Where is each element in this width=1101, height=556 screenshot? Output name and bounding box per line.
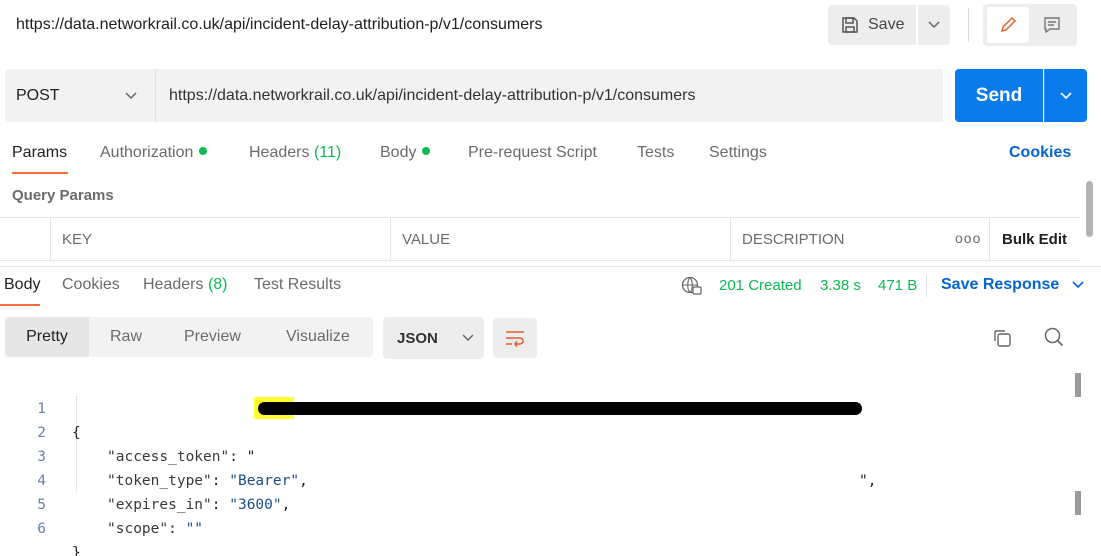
tab-settings[interactable]: Settings <box>709 144 767 162</box>
bulk-edit-button[interactable]: Bulk Edit <box>989 218 1080 260</box>
chevron-down-icon <box>1060 91 1072 99</box>
save-options-button[interactable] <box>918 5 950 45</box>
tab-body-label: Body <box>380 144 417 161</box>
copy-icon[interactable] <box>991 327 1013 354</box>
tab-response-body[interactable]: Body <box>4 276 40 294</box>
editor-scrollbar[interactable] <box>1075 373 1081 397</box>
tab-params[interactable]: Params <box>12 144 67 162</box>
chevron-down-icon <box>1072 281 1084 289</box>
json-key: "scope" <box>107 521 169 537</box>
tab-body[interactable]: Body <box>380 144 431 162</box>
save-label: Save <box>868 16 905 33</box>
editor-scrollbar[interactable] <box>1075 491 1081 515</box>
tab-tests[interactable]: Tests <box>637 144 674 162</box>
toolbar-divider <box>968 8 969 42</box>
more-options-button[interactable]: ooo <box>955 230 981 246</box>
format-select[interactable]: JSON <box>383 317 484 359</box>
view-pretty[interactable]: Pretty <box>5 317 89 357</box>
code-line: 3 "token_type": "Bearer", <box>0 421 1070 489</box>
redaction-bar <box>258 402 862 415</box>
meta-divider <box>926 275 927 297</box>
response-body-editor[interactable]: 1 { 2 "access_token": " ", 3 "token_type… <box>0 373 1070 556</box>
save-icon <box>842 17 858 33</box>
column-value: VALUE <box>390 218 730 260</box>
chevron-down-icon <box>928 21 940 29</box>
send-options-button[interactable] <box>1044 69 1087 122</box>
close-brace: } <box>72 545 81 556</box>
view-visualize[interactable]: Visualize <box>286 317 350 357</box>
request-title: https://data.networkrail.co.uk/api/incid… <box>16 16 543 33</box>
active-tab-indicator <box>0 304 40 306</box>
pane-divider[interactable] <box>0 266 1101 267</box>
headers-count: (11) <box>313 144 342 161</box>
code-line: 6 } <box>0 493 1070 556</box>
tab-response-cookies[interactable]: Cookies <box>62 276 120 294</box>
search-icon[interactable] <box>1043 326 1065 353</box>
tab-authorization[interactable]: Authorization <box>100 144 208 162</box>
view-raw[interactable]: Raw <box>110 317 142 357</box>
view-preview[interactable]: Preview <box>184 317 241 357</box>
view-mode-group: Pretty Raw Preview Visualize <box>5 317 373 357</box>
params-table-header: KEY VALUE DESCRIPTION ooo Bulk Edit <box>0 217 1080 261</box>
column-description: DESCRIPTION <box>730 218 940 260</box>
tab-authorization-label: Authorization <box>100 144 194 161</box>
cookies-link[interactable]: Cookies <box>1009 144 1071 162</box>
tab-headers[interactable]: Headers (11) <box>249 144 341 162</box>
status-dot <box>199 147 208 155</box>
code-line: 5 "scope": "" <box>0 469 1070 537</box>
pencil-icon <box>1000 16 1017 33</box>
response-size[interactable]: 471 B <box>878 277 917 294</box>
comments-button[interactable] <box>1032 7 1072 43</box>
column-key: KEY <box>50 218 390 260</box>
line-number: 6 <box>37 521 46 537</box>
send-button[interactable]: Send <box>955 69 1043 122</box>
response-time[interactable]: 3.38 s <box>820 277 861 294</box>
url-input[interactable]: https://data.networkrail.co.uk/api/incid… <box>155 69 943 122</box>
chevron-down-icon <box>462 334 474 342</box>
method-label: POST <box>16 86 60 104</box>
query-params-title: Query Params <box>12 187 114 204</box>
json-value: "" <box>185 521 204 537</box>
request-scrollbar[interactable] <box>1086 181 1093 237</box>
globe-icon[interactable] <box>681 276 703 301</box>
edit-mode-button[interactable] <box>987 7 1029 43</box>
save-response-label: Save Response <box>941 276 1060 293</box>
wrap-lines-button[interactable] <box>493 318 537 358</box>
code-line: 1 { <box>0 373 1070 441</box>
status-badge[interactable]: 201 Created <box>719 277 802 294</box>
active-tab-indicator <box>12 172 68 174</box>
code-line: 4 "expires_in": "3600", <box>0 445 1070 513</box>
tab-response-headers-label: Headers <box>143 276 204 293</box>
format-label: JSON <box>397 329 438 347</box>
tab-test-results[interactable]: Test Results <box>254 276 341 294</box>
save-response-button[interactable]: Save Response <box>941 276 1084 294</box>
comment-icon <box>1044 17 1060 34</box>
save-button[interactable]: Save <box>828 5 916 45</box>
wrap-lines-icon <box>506 331 524 347</box>
tab-pre-request-script[interactable]: Pre-request Script <box>468 144 597 162</box>
tab-response-headers[interactable]: Headers (8) <box>143 276 228 294</box>
status-dot <box>422 147 431 155</box>
tab-headers-label: Headers <box>249 144 310 161</box>
chevron-down-icon <box>125 87 137 105</box>
response-headers-count: (8) <box>207 276 228 293</box>
